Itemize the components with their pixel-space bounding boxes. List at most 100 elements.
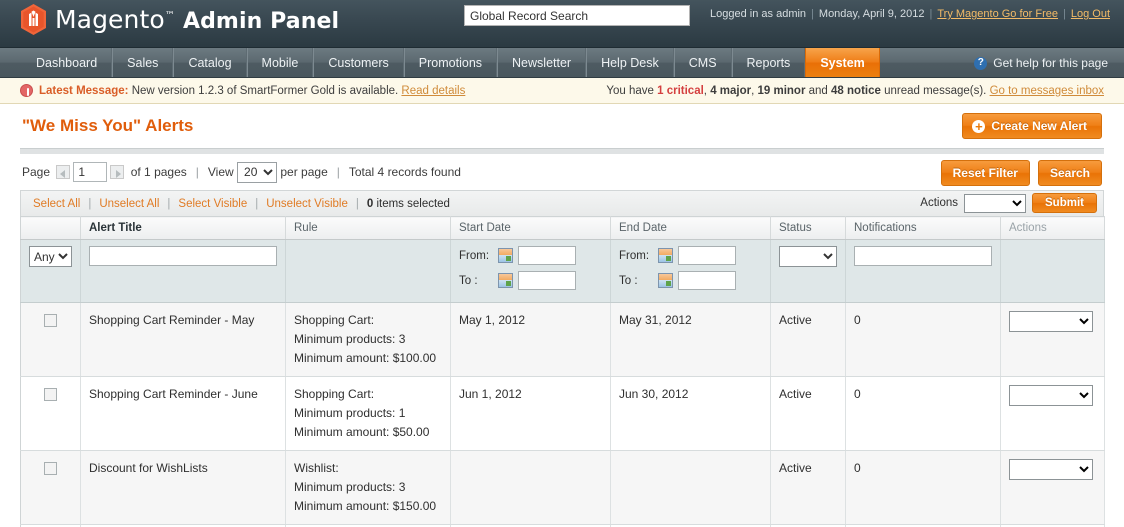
- global-search-input[interactable]: [464, 5, 690, 26]
- row-actions-cell: [1000, 450, 1105, 525]
- page-title: "We Miss You" Alerts: [22, 116, 194, 135]
- unselect-visible-link[interactable]: Unselect Visible: [266, 198, 348, 210]
- column-header-actions: Actions: [1000, 216, 1105, 240]
- column-header-rule[interactable]: Rule: [285, 216, 451, 240]
- calendar-icon[interactable]: [658, 248, 673, 263]
- minor-count: 19 minor: [757, 84, 806, 97]
- column-header-checkbox[interactable]: [20, 216, 81, 240]
- row-start-date: [450, 450, 611, 525]
- reset-filter-button[interactable]: Reset Filter: [940, 160, 1030, 186]
- row-status: Active: [770, 302, 846, 377]
- grid-filter-row: Any From: To : From: To:: [20, 239, 1105, 303]
- nav-item-newsletter[interactable]: Newsletter: [497, 48, 587, 77]
- filter-title-input[interactable]: [89, 246, 277, 266]
- per-page-select[interactable]: 20: [237, 161, 278, 183]
- filter-any-select[interactable]: Any: [29, 246, 72, 267]
- grid-toolbar-buttons: Reset Filter Search: [940, 160, 1102, 186]
- column-header-start-date[interactable]: Start Date: [450, 216, 611, 240]
- calendar-icon[interactable]: [658, 273, 673, 288]
- table-row[interactable]: Discount for WishLists Wishlist: Minimum…: [20, 450, 1105, 525]
- rule-line: Minimum products: 1: [294, 406, 406, 420]
- create-new-alert-label: Create New Alert: [991, 119, 1087, 133]
- filter-end-from-row: From:: [619, 246, 762, 265]
- row-checkbox[interactable]: [44, 314, 57, 328]
- filter-start-from-input[interactable]: [518, 246, 576, 265]
- mass-sep-3: |: [255, 197, 259, 210]
- massaction-controls: Actions Submit: [920, 193, 1097, 213]
- page-header: "We Miss You" Alerts + Create New Alert: [12, 104, 1112, 148]
- unselect-all-link[interactable]: Unselect All: [99, 198, 159, 210]
- nav-item-promotions[interactable]: Promotions: [403, 48, 498, 77]
- nav-item-reports[interactable]: Reports: [731, 48, 806, 77]
- nav-item-cms[interactable]: CMS: [673, 48, 732, 77]
- page-label: Page: [22, 165, 51, 179]
- filter-start-from-label: From:: [459, 249, 490, 262]
- create-new-alert-button[interactable]: + Create New Alert: [962, 113, 1102, 139]
- nav-item-mobile[interactable]: Mobile: [246, 48, 314, 77]
- next-page-button[interactable]: [110, 165, 125, 179]
- page-content: "We Miss You" Alerts + Create New Alert …: [0, 104, 1124, 527]
- row-checkbox[interactable]: [44, 388, 57, 402]
- header-sep-1: |: [811, 8, 814, 20]
- filter-notifications-input[interactable]: [854, 246, 992, 266]
- rule-line: Wishlist:: [294, 461, 339, 475]
- magento-logo-icon: [20, 4, 47, 35]
- row-actions-cell: [1000, 302, 1105, 377]
- column-header-notifications[interactable]: Notifications: [845, 216, 1001, 240]
- massaction-submit-button[interactable]: Submit: [1032, 193, 1097, 213]
- table-row[interactable]: Shopping Cart Reminder - June Shopping C…: [20, 376, 1105, 451]
- filter-status-select[interactable]: [779, 246, 837, 267]
- row-checkbox[interactable]: [44, 462, 57, 476]
- row-rule: Shopping Cart: Minimum products: 1 Minim…: [285, 376, 451, 451]
- messages-inbox-link[interactable]: Go to messages inbox: [990, 85, 1104, 97]
- toolbar-sep-2: |: [336, 165, 340, 179]
- page-number-input[interactable]: [73, 162, 108, 182]
- filter-end-to-input[interactable]: [678, 271, 736, 290]
- header-links: Logged in as admin | Monday, April 9, 2012…: [710, 8, 1110, 20]
- nav-item-customers[interactable]: Customers: [313, 48, 404, 77]
- filter-end-to-row: To :: [619, 271, 762, 290]
- column-header-status[interactable]: Status: [770, 216, 846, 240]
- rule-line: Minimum products: 3: [294, 332, 406, 346]
- filter-end-from-label: From:: [619, 249, 650, 262]
- column-header-alert-title[interactable]: Alert Title: [80, 216, 286, 240]
- search-button[interactable]: Search: [1037, 160, 1102, 186]
- row-actions-cell: [1000, 376, 1105, 451]
- massaction-bar: Select All | Unselect All | Select Visib…: [20, 190, 1104, 216]
- nav-item-system[interactable]: System: [805, 48, 880, 77]
- nav-item-sales[interactable]: Sales: [112, 48, 174, 77]
- row-action-select[interactable]: [1009, 385, 1093, 406]
- table-row[interactable]: Shopping Cart Reminder - May Shopping Ca…: [20, 302, 1105, 377]
- question-mark-icon: ?: [974, 56, 988, 70]
- row-alert-title: Discount for WishLists: [80, 450, 286, 525]
- row-start-date: Jun 1, 2012: [450, 376, 611, 451]
- try-magento-go-link[interactable]: Try Magento Go for Free: [937, 8, 1058, 20]
- notice-count: 48 notice: [831, 84, 881, 97]
- filter-start-to-input[interactable]: [518, 271, 576, 290]
- nav-item-help-desk[interactable]: Help Desk: [586, 48, 674, 77]
- column-header-end-date[interactable]: End Date: [610, 216, 771, 240]
- previous-page-button[interactable]: [56, 165, 71, 179]
- row-action-select[interactable]: [1009, 311, 1093, 332]
- nav-item-catalog[interactable]: Catalog: [173, 48, 247, 77]
- massaction-select[interactable]: [964, 193, 1027, 213]
- brand-text: Magento™ Admin Panel: [55, 5, 339, 34]
- filter-end-from-input[interactable]: [678, 246, 736, 265]
- nav-item-dashboard[interactable]: Dashboard: [22, 48, 113, 77]
- brand-logo[interactable]: Magento™ Admin Panel: [20, 4, 339, 35]
- get-help-link[interactable]: ? Get help for this page: [974, 48, 1108, 78]
- read-details-link[interactable]: Read details: [401, 85, 465, 97]
- row-checkbox-cell: [20, 450, 81, 525]
- select-all-link[interactable]: Select All: [33, 198, 80, 210]
- brand-tm: ™: [164, 10, 175, 22]
- brand-secondary: Admin Panel: [182, 9, 340, 34]
- alerts-grid: Alert Title Rule Start Date End Date Sta…: [20, 216, 1105, 527]
- calendar-icon[interactable]: [498, 273, 513, 288]
- items-selected-text: items selected: [376, 197, 450, 210]
- row-action-select[interactable]: [1009, 459, 1093, 480]
- row-notifications: 0: [845, 302, 1001, 377]
- select-visible-link[interactable]: Select Visible: [178, 198, 247, 210]
- row-rule: Wishlist: Minimum products: 3 Minimum am…: [285, 450, 451, 525]
- calendar-icon[interactable]: [498, 248, 513, 263]
- logout-link[interactable]: Log Out: [1071, 8, 1110, 20]
